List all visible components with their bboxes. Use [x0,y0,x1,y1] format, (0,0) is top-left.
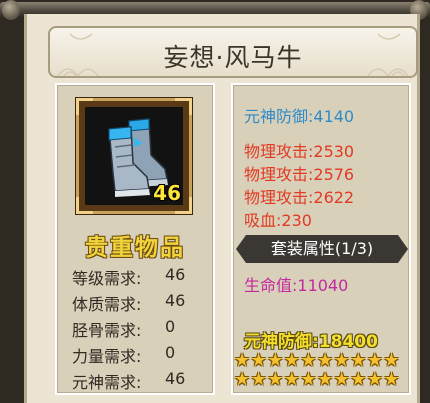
requirement-value: 46 [165,265,186,284]
star-rating-row: ★ ★ ★ ★ ★ ★ ★ ★ ★ ★ [234,352,408,370]
requirement-value: 46 [165,291,186,310]
star-icon: ★ [250,350,267,371]
star-icon: ★ [250,369,267,390]
star-icon: ★ [234,369,251,390]
star-icon: ★ [283,369,300,390]
requirement-value: 46 [165,369,186,388]
requirement-label: 力量需求: [72,347,142,366]
star-icon: ★ [333,350,350,371]
set-bonus-header: 套装属性(1/3) [236,235,408,263]
star-icon: ★ [350,350,367,371]
star-icon: ★ [317,369,334,390]
base-stat: 元神防御:4140 [244,107,355,126]
star-icon: ★ [366,369,383,390]
title-banner: 妄想·风马牛 [48,26,418,78]
requirement-row: 等级需求: 46 [72,265,212,289]
star-icon: ★ [283,350,300,371]
requirement-row: 体质需求: 46 [72,291,212,315]
requirement-row: 元神需求: 46 [72,369,212,393]
item-quality: 贵重物品 [85,235,185,261]
extra-stat: 吸血:230 [244,211,312,230]
star-icon: ★ [317,350,334,371]
star-icon: ★ [350,369,367,390]
star-icon: ★ [267,350,284,371]
star-icon: ★ [383,350,400,371]
star-icon: ★ [333,369,350,390]
item-level-badge: 46 [153,181,181,205]
requirement-value: 0 [165,343,176,362]
star-bonus-stat: 元神防御:18400 [244,332,378,352]
star-icon: ★ [300,350,317,371]
requirement-label: 体质需求: [72,295,142,314]
extra-stat: 物理攻击:2530 [244,142,355,161]
requirement-row: 胫骨需求: 0 [72,317,212,341]
star-icon: ★ [366,350,383,371]
star-icon: ★ [383,369,400,390]
star-icon: ★ [300,369,317,390]
requirement-value: 0 [165,317,176,336]
requirement-label: 胫骨需求: [72,321,142,340]
item-tooltip: 妄想·风马牛 46 贵重物品 等级需求: 46 体质需求: 46 胫骨需求: 0… [0,0,430,403]
requirement-label: 等级需求: [72,269,142,288]
star-icon: ★ [267,369,284,390]
item-title: 妄想·风马牛 [163,43,303,72]
requirement-row: 力量需求: 0 [72,343,212,367]
requirement-label: 元神需求: [72,373,142,392]
rod-knob-left [2,0,20,20]
extra-stat: 物理攻击:2576 [244,165,355,184]
star-rating-row: ★ ★ ★ ★ ★ ★ ★ ★ ★ ★ [234,371,408,389]
extra-stat: 物理攻击:2622 [244,188,355,207]
star-icon: ★ [234,350,251,371]
item-slot[interactable]: 46 [76,98,192,214]
set-bonus-stat: 生命值:11040 [244,276,349,295]
